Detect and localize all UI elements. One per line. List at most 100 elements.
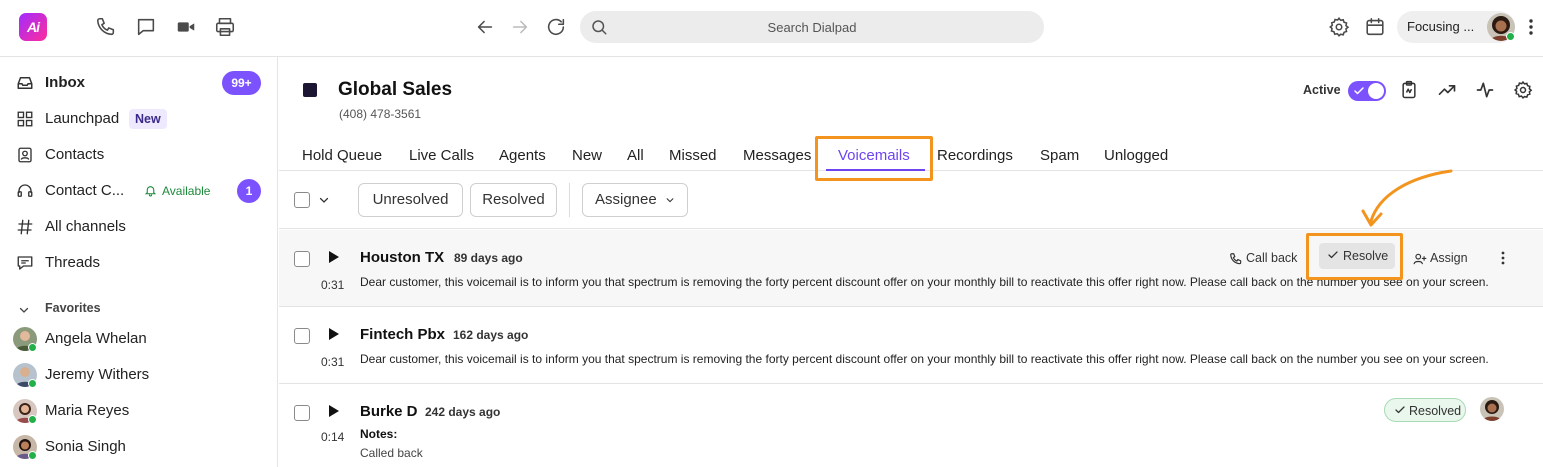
sidebar-item-label: Threads <box>45 254 101 271</box>
threads-icon <box>16 254 34 272</box>
back-arrow-icon[interactable] <box>474 16 496 38</box>
chevron-down-icon[interactable] <box>318 194 330 206</box>
caller-name[interactable]: Burke D <box>360 403 418 420</box>
headset-icon <box>16 182 34 200</box>
caller-name[interactable]: Fintech Pbx <box>360 326 445 343</box>
hashtag-icon <box>16 218 34 236</box>
main-panel: Global Sales (408) 478-3561 Active Hold … <box>279 57 1543 467</box>
voicemail-duration: 0:31 <box>321 278 345 292</box>
assignee-dropdown-label: Assignee <box>595 191 657 208</box>
favorite-contact[interactable]: Jeremy Withers <box>0 357 277 393</box>
bell-icon <box>144 184 157 197</box>
select-all-checkbox[interactable] <box>294 192 310 208</box>
contact-center-badge: 1 <box>237 179 261 203</box>
presence-dot <box>1506 32 1515 41</box>
tab-agents[interactable]: Agents <box>499 147 546 164</box>
more-vertical-icon[interactable] <box>1524 16 1538 38</box>
tab-missed[interactable]: Missed <box>669 147 717 164</box>
sidebar-item-inbox[interactable]: Inbox 99+ <box>0 65 277 101</box>
play-icon[interactable] <box>328 405 340 417</box>
notes-label: Notes: <box>360 427 398 441</box>
chevron-down-icon <box>665 195 675 205</box>
row-checkbox[interactable] <box>294 328 310 344</box>
favorite-name: Sonia Singh <box>45 438 126 455</box>
assignee-avatar[interactable] <box>1480 397 1504 421</box>
settings-gear-icon[interactable] <box>1328 16 1350 38</box>
assignee-dropdown[interactable]: Assignee <box>582 183 688 217</box>
clipboard-icon[interactable] <box>1399 80 1419 100</box>
activity-pulse-icon[interactable] <box>1475 80 1495 100</box>
sidebar-item-label: Contacts <box>45 146 105 163</box>
sidebar-item-contact-center[interactable]: Contact C... Available 1 <box>0 173 277 209</box>
forward-arrow-icon[interactable] <box>509 16 531 38</box>
presence-dot <box>28 415 37 424</box>
voicemail-row[interactable]: 0:31 Fintech Pbx 162 days ago Dear custo… <box>279 307 1543 384</box>
chevron-down-icon[interactable] <box>18 304 30 316</box>
tab-hold-queue[interactable]: Hold Queue <box>302 147 382 164</box>
favorites-heading: Favorites <box>45 301 101 315</box>
filter-bar: Unresolved Resolved Assignee <box>279 171 1543 229</box>
favorite-name: Angela Whelan <box>45 330 147 347</box>
resolved-status-badge[interactable]: Resolved <box>1384 398 1466 422</box>
voicemail-age: 242 days ago <box>425 405 501 419</box>
play-icon[interactable] <box>328 328 340 340</box>
sidebar-item-label: All channels <box>45 218 126 235</box>
row-checkbox[interactable] <box>294 251 310 267</box>
voicemail-age: 89 days ago <box>454 251 523 265</box>
top-bar: Ai Search Dialpad Focusing ... <box>0 0 1543 57</box>
favorite-contact[interactable]: Angela Whelan <box>0 321 277 357</box>
voicemail-duration: 0:31 <box>321 355 345 369</box>
refresh-icon[interactable] <box>545 16 567 38</box>
presence-dot <box>28 451 37 460</box>
phone-icon[interactable] <box>95 16 117 38</box>
contacts-icon <box>16 146 34 164</box>
favorite-name: Jeremy Withers <box>45 366 150 383</box>
unresolved-filter-button[interactable]: Unresolved <box>358 183 463 217</box>
sidebar: Inbox 99+ Launchpad New Contacts Contact… <box>0 57 278 467</box>
active-toggle[interactable] <box>1348 81 1386 101</box>
sidebar-item-launchpad[interactable]: Launchpad New <box>0 101 277 137</box>
new-tag: New <box>129 109 167 129</box>
video-icon[interactable] <box>175 16 197 38</box>
divider <box>569 183 570 217</box>
voicemail-row[interactable]: 0:14 Burke D 242 days ago Notes: Called … <box>279 384 1543 467</box>
favorite-contact[interactable]: Sonia Singh <box>0 429 277 465</box>
tab-spam[interactable]: Spam <box>1040 147 1079 164</box>
sidebar-item-label: Contact C... <box>45 182 125 199</box>
resolved-filter-button[interactable]: Resolved <box>470 183 557 217</box>
availability-status: Available <box>162 184 211 198</box>
tab-unlogged[interactable]: Unlogged <box>1104 147 1168 164</box>
trending-up-icon[interactable] <box>1437 80 1457 100</box>
search-input[interactable]: Search Dialpad <box>580 11 1044 43</box>
tab-live-calls[interactable]: Live Calls <box>409 147 474 164</box>
presence-dot <box>28 343 37 352</box>
favorite-contact[interactable]: Maria Reyes <box>0 393 277 429</box>
sidebar-item-label: Launchpad <box>45 110 120 127</box>
office-settings-gear-icon[interactable] <box>1513 80 1533 100</box>
play-icon[interactable] <box>328 251 340 263</box>
notes-text: Called back <box>360 446 423 460</box>
sidebar-item-threads[interactable]: Threads <box>0 245 277 281</box>
app-logo[interactable]: Ai <box>19 13 47 41</box>
tab-messages[interactable]: Messages <box>743 147 811 164</box>
phone-icon <box>1229 252 1243 266</box>
more-vertical-icon[interactable] <box>1499 249 1507 267</box>
tab-new[interactable]: New <box>572 147 602 164</box>
calendar-icon[interactable] <box>1364 16 1386 38</box>
tab-all[interactable]: All <box>627 147 644 164</box>
resolve-button-highlight <box>1306 233 1403 280</box>
printer-icon[interactable] <box>214 16 236 38</box>
caller-name[interactable]: Houston TX <box>360 249 444 266</box>
sidebar-item-contacts[interactable]: Contacts <box>0 137 277 173</box>
sidebar-item-all-channels[interactable]: All channels <box>0 209 277 245</box>
assign-label: Assign <box>1430 251 1468 265</box>
tab-recordings[interactable]: Recordings <box>937 147 1013 164</box>
launchpad-icon <box>16 110 34 128</box>
add-user-icon <box>1413 252 1427 266</box>
inbox-icon <box>16 74 34 92</box>
check-icon <box>1353 85 1365 97</box>
presence-dot <box>28 379 37 388</box>
chat-icon[interactable] <box>135 16 157 38</box>
voicemail-age: 162 days ago <box>453 328 529 342</box>
row-checkbox[interactable] <box>294 405 310 421</box>
